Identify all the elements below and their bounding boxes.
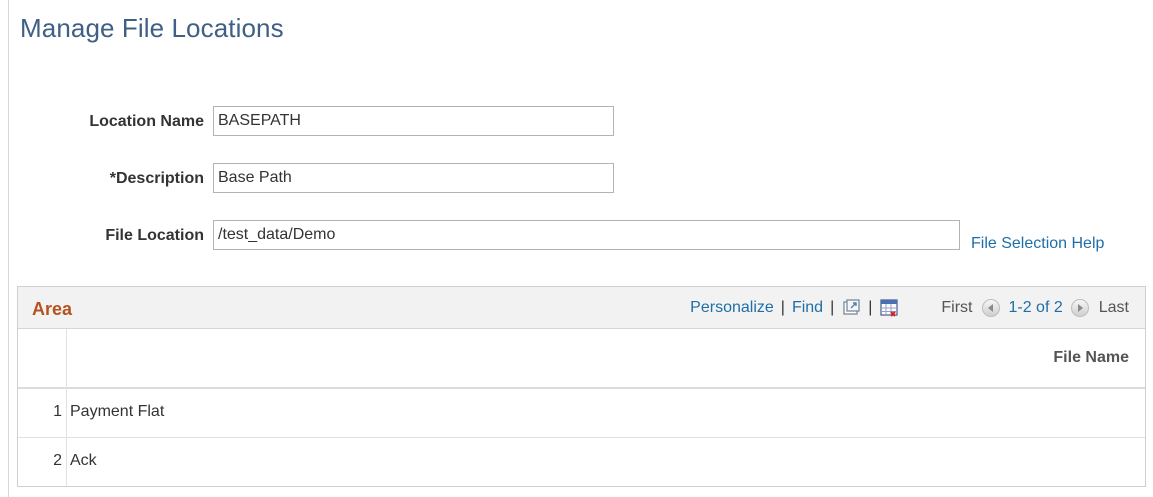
table-row: 1 Payment Flat	[18, 389, 1145, 438]
view-all-icon[interactable]	[841, 298, 861, 318]
column-header-row: File Name	[18, 329, 1145, 389]
nav-separator: |	[780, 299, 785, 316]
file-name-cell: Ack	[70, 452, 97, 469]
previous-page-icon[interactable]	[982, 299, 1001, 317]
file-location-input[interactable]	[213, 220, 960, 250]
personalize-link[interactable]: Personalize	[690, 299, 774, 317]
description-input[interactable]	[213, 163, 614, 193]
last-label: Last	[1098, 299, 1129, 316]
grid-navigation: Personalize | Find | | First 1-2 of 2 La…	[690, 297, 1129, 319]
description-label: *Description	[109, 170, 204, 187]
row-number: 2	[53, 452, 62, 469]
file-location-label: File Location	[105, 227, 204, 244]
find-link[interactable]: Find	[792, 299, 823, 317]
nav-separator: |	[830, 299, 835, 316]
location-name-input[interactable]	[213, 106, 614, 136]
next-page-icon[interactable]	[1070, 299, 1089, 317]
grid-title: Area	[32, 299, 73, 319]
page-range: 1-2 of 2	[1008, 299, 1063, 316]
file-name-cell: Payment Flat	[70, 403, 165, 420]
area-grid: Area Personalize | Find | | First 1-2 of…	[17, 286, 1146, 487]
download-spreadsheet-icon[interactable]	[879, 298, 899, 318]
file-location-label-wrap: File Location	[0, 220, 204, 252]
file-name-column-header: File Name	[1053, 349, 1129, 366]
grid-header: Area Personalize | Find | | First 1-2 of…	[18, 287, 1145, 329]
row-number: 1	[53, 403, 62, 420]
location-name-label-wrap: Location Name	[0, 106, 204, 138]
location-name-label: Location Name	[89, 113, 204, 130]
first-label: First	[941, 299, 973, 316]
page-title: Manage File Locations	[20, 13, 284, 43]
nav-separator: |	[868, 299, 873, 316]
table-row: 2 Ack	[18, 438, 1145, 487]
file-selection-help-link[interactable]: File Selection Help	[971, 235, 1104, 253]
description-label-wrap: *Description	[0, 163, 204, 195]
